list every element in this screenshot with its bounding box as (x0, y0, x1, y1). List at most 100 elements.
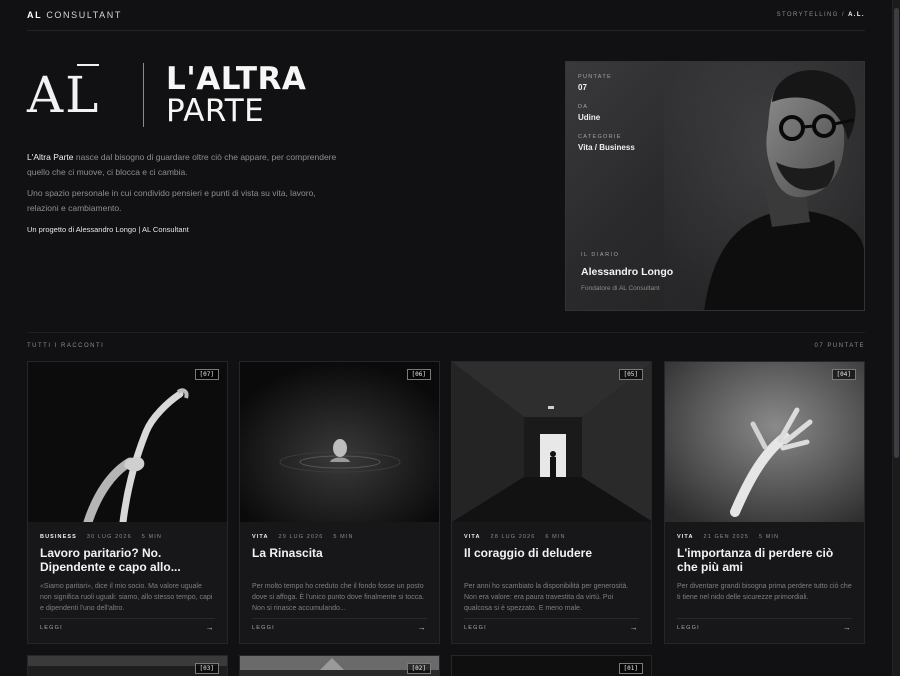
story-excerpt: Per molto tempo ho creduto che il fondo … (252, 583, 425, 612)
story-body: VITA 28 LUG 2026 6 MIN Il coraggio di delu… (452, 522, 651, 617)
story-title[interactable]: La Rinascita (252, 546, 427, 576)
hero-title-line2: PARTE (166, 93, 265, 129)
section-count: 07 PUNTATE (814, 343, 865, 349)
categories-label: CATEGORIE (578, 134, 622, 140)
logo-divider (143, 63, 144, 127)
story-card[interactable]: [04] VITA 21 GEN 2025 5 MIN L'importanza d… (664, 361, 865, 644)
story-read-time: 5 MIN (758, 534, 780, 540)
story-date: 30 LUG 2026 (86, 534, 132, 540)
from-value: Udine (578, 113, 601, 122)
hands-image (28, 362, 227, 522)
hero-intro: L'Altra Parte nasce dal bisogno di guard… (27, 150, 347, 222)
breadcrumb-separator: / (841, 12, 845, 18)
story-category: VITA (252, 534, 269, 540)
story-read-time: 5 MIN (333, 534, 354, 540)
portrait-image (664, 62, 864, 310)
topbar: AL CONSULTANT STORYTELLING / A.L. (27, 0, 865, 31)
story-meta: BUSINESS 30 LUG 2026 5 MIN (40, 534, 215, 540)
breadcrumb-current: A.L. (848, 12, 865, 18)
read-link[interactable]: LEGGI (252, 625, 275, 631)
story-card[interactable]: [05] VITA 28 LUG 2026 6 MIN Il coraggio di… (451, 361, 652, 644)
from-label: DA (578, 104, 589, 110)
brand-rest: CONSULTANT (46, 10, 122, 20)
hero-title: L'ALTRA PARTE (166, 63, 306, 127)
profile-card: PUNTATE 07 DA Udine CATEGORIE Vita / Bus… (565, 61, 865, 311)
intro-paragraph-2: Uno spazio personale in cui condivido pe… (27, 188, 316, 213)
section-title: TUTTI I RACCONTI (27, 343, 105, 349)
story-footer[interactable]: LEGGI → (464, 618, 639, 632)
episode-badge: [07] (194, 369, 219, 380)
story-excerpt: Per diventare grandi bisogna prima perde… (677, 583, 852, 601)
story-card[interactable]: [01] (451, 655, 652, 676)
story-meta: VITA 21 GEN 2025 5 MIN (677, 534, 852, 540)
story-title[interactable]: Lavoro paritario? No. Dipendente e capo … (40, 546, 215, 576)
brand-bold: AL (27, 10, 43, 20)
arrow-right-icon: → (417, 623, 427, 632)
story-footer[interactable]: LEGGI → (252, 618, 427, 632)
story-meta: VITA 28 LUG 2026 6 MIN (464, 534, 639, 540)
page: AL CONSULTANT STORYTELLING / A.L. AL L'A… (0, 0, 892, 676)
story-read-time: 6 MIN (545, 534, 566, 540)
section-header: TUTTI I RACCONTI 07 PUNTATE (27, 343, 865, 349)
story-meta: VITA 29 LUG 2026 5 MIN (252, 534, 427, 540)
breadcrumb: STORYTELLING / A.L. (777, 12, 865, 18)
story-card[interactable]: [02] (239, 655, 440, 676)
hand-wall-image (665, 362, 864, 522)
intro-rest: nasce dal bisogno di guardare oltre ciò … (27, 152, 337, 177)
arrow-right-icon: → (842, 623, 852, 632)
story-image: [05] (452, 362, 651, 522)
episodes-value: 07 (578, 83, 587, 92)
profile-diary: IL DIARIO Alessandro Longo Fondatore di … (581, 252, 673, 292)
episode-badge: [05] (618, 369, 643, 380)
story-card[interactable]: [07] BUSINESS 30 LUG 2026 5 MIN Lavoro par… (27, 361, 228, 644)
section-divider (27, 332, 865, 333)
episode-badge: [02] (406, 663, 431, 674)
story-title[interactable]: Il coraggio di deludere (464, 546, 639, 576)
read-link[interactable]: LEGGI (677, 625, 700, 631)
read-link[interactable]: LEGGI (40, 625, 63, 631)
story-card[interactable]: [06] VITA 29 LUG 2026 5 MIN La Rinascita P… (239, 361, 440, 644)
scrollbar-thumb[interactable] (894, 8, 899, 458)
story-category: VITA (677, 534, 694, 540)
story-read-time: 5 MIN (141, 534, 162, 540)
episodes-label: PUNTATE (578, 74, 612, 80)
hero-credit: Un progetto di Alessandro Longo | AL Con… (27, 225, 189, 234)
breadcrumb-link-storytelling[interactable]: STORYTELLING (777, 12, 839, 18)
intro-strong: L'Altra Parte (27, 152, 74, 162)
intro-paragraph-1: L'Altra Parte nasce dal bisogno di guard… (27, 150, 347, 180)
story-category: VITA (464, 534, 481, 540)
story-date: 28 LUG 2026 (490, 534, 536, 540)
story-body: VITA 21 GEN 2025 5 MIN L'importanza di per… (665, 522, 864, 617)
arrow-right-icon: → (205, 623, 215, 632)
read-link[interactable]: LEGGI (464, 625, 487, 631)
story-footer[interactable]: LEGGI → (40, 618, 215, 632)
swimmer-image (240, 362, 439, 522)
hero-logo: AL L'ALTRA PARTE (27, 60, 306, 130)
story-body: VITA 29 LUG 2026 5 MIN La Rinascita Per mo… (240, 522, 439, 617)
arrow-right-icon: → (629, 623, 639, 632)
story-footer[interactable]: LEGGI → (677, 618, 852, 632)
story-category: BUSINESS (40, 534, 77, 540)
profile-meta: PUNTATE 07 DA Udine CATEGORIE Vita / Bus… (578, 74, 635, 164)
diary-label: IL DIARIO (581, 252, 620, 258)
corridor-image (452, 362, 651, 522)
categories-value: Vita / Business (578, 143, 635, 152)
story-card[interactable]: [03] (27, 655, 228, 676)
hero-title-line1: L'ALTRA (166, 61, 307, 97)
story-excerpt: «Siamo paritari», dice il mio socio. Ma … (40, 583, 213, 612)
logo-bar (77, 64, 99, 66)
episode-badge: [03] (194, 663, 219, 674)
author-name: Alessandro Longo (581, 266, 674, 278)
story-image: [04] (665, 362, 864, 522)
story-body: BUSINESS 30 LUG 2026 5 MIN Lavoro paritari… (28, 522, 227, 617)
story-date: 21 GEN 2025 (703, 534, 749, 540)
episode-badge: [04] (831, 369, 856, 380)
story-image: [07] (28, 362, 227, 522)
story-image: [06] (240, 362, 439, 522)
story-title[interactable]: L'importanza di perdere ciò che più ami (677, 546, 852, 576)
episode-badge: [06] (406, 369, 431, 380)
logo-mark-text: AL (27, 66, 101, 124)
brand-logo[interactable]: AL CONSULTANT (27, 10, 122, 20)
scrollbar[interactable] (892, 0, 900, 676)
logo-mark: AL (27, 64, 127, 120)
